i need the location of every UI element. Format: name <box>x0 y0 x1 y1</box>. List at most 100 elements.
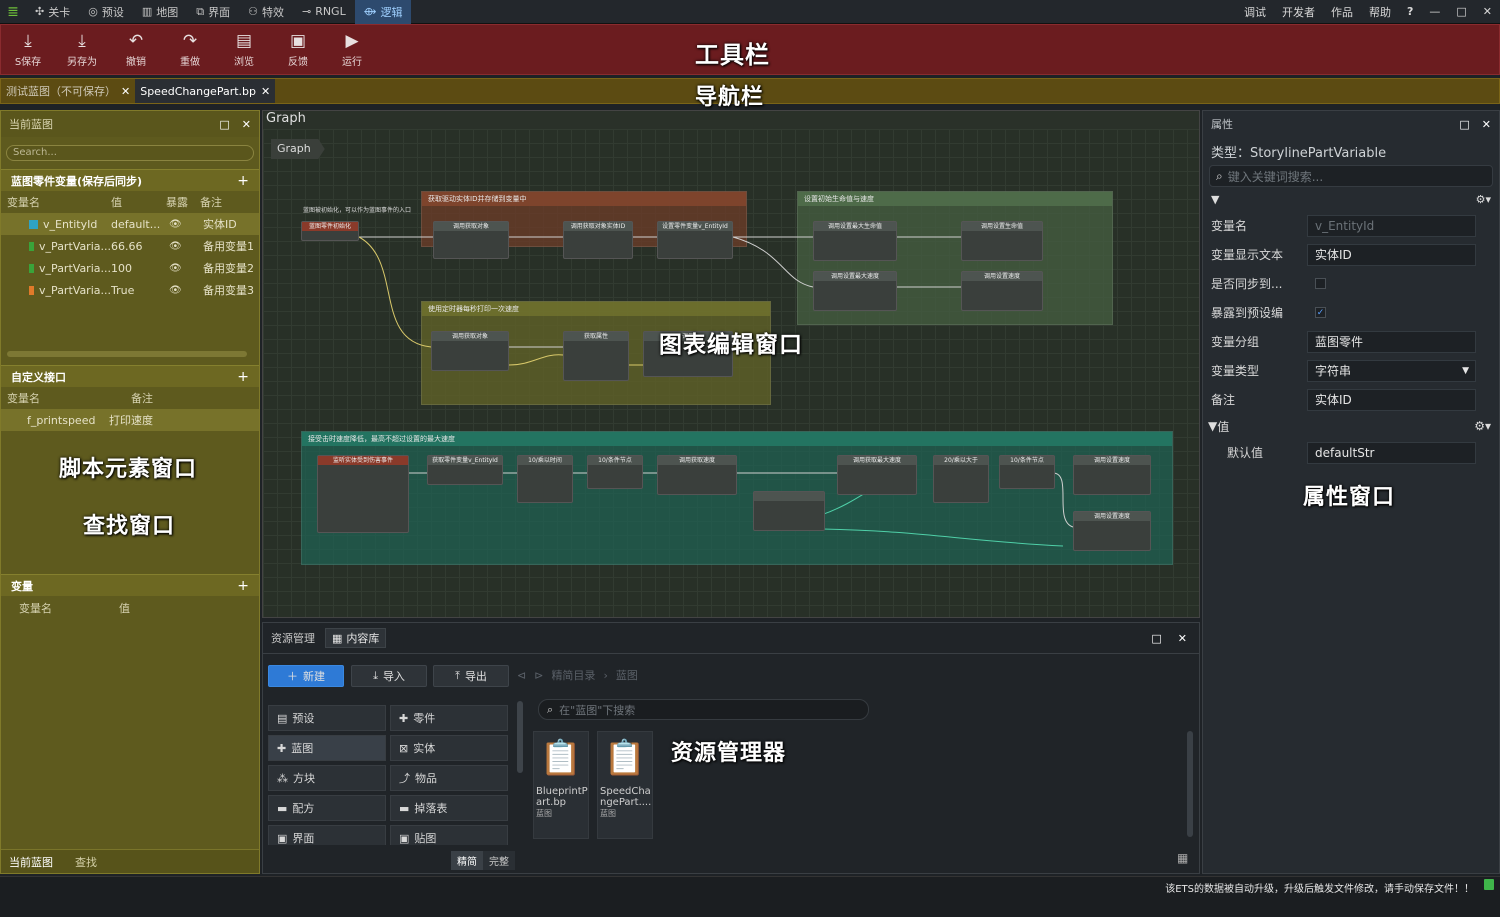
tab-effects[interactable]: ⚇ 特效 <box>239 0 293 24</box>
graph-node[interactable]: 10/乘以时间 <box>517 455 573 503</box>
category-scrollbar[interactable] <box>517 701 523 773</box>
grid-view-icon[interactable]: ▦ <box>1177 851 1188 865</box>
graph-node[interactable]: 调用获取最大速度 <box>837 455 917 495</box>
graph-node[interactable]: 调用获取速度 <box>657 455 737 495</box>
asset-blueprintpart[interactable]: 📋 BlueprintP art.bp 蓝图 <box>533 731 589 839</box>
category-preset[interactable]: ▤ 预设 <box>268 705 386 731</box>
interface-row[interactable]: f_printspeed 打印速度 <box>1 409 259 431</box>
forward-icon[interactable]: ⊳ <box>534 669 543 682</box>
feedback-button[interactable]: ▣ 反馈 <box>271 24 325 75</box>
eye-icon[interactable]: 👁 <box>169 285 203 296</box>
back-icon[interactable]: ⊲ <box>517 669 526 682</box>
asset-speedchangepart[interactable]: 📋 SpeedCha ngePart.... 蓝图 <box>597 731 653 839</box>
close-icon[interactable]: ✕ <box>261 85 270 98</box>
graph-node[interactable]: 获取属性 <box>563 331 629 381</box>
graph-node[interactable]: 调用获取对象实体ID <box>563 221 633 259</box>
variable-row[interactable]: v_PartVaria... 100 👁 备用变量2 <box>1 257 259 279</box>
maximize-icon[interactable]: □ <box>1151 632 1161 645</box>
menu-help[interactable]: 帮助 <box>1361 4 1399 20</box>
graph-node[interactable]: 调用获取对象 <box>433 221 509 259</box>
category-block[interactable]: ⁂ 方块 <box>268 765 386 791</box>
maximize-button[interactable]: □ <box>1448 5 1474 18</box>
category-ui[interactable]: ▣ 界面 <box>268 825 386 845</box>
close-icon[interactable]: ✕ <box>242 118 251 131</box>
graph-node[interactable]: 调用设置速度 <box>961 271 1043 311</box>
eye-icon[interactable]: 👁 <box>169 241 203 252</box>
graph-node[interactable]: 调用设置最大生命值 <box>813 221 897 261</box>
property-value-field[interactable]: v_EntityId <box>1307 214 1476 237</box>
property-value-field[interactable]: 实体ID <box>1307 388 1476 411</box>
checkbox[interactable]: ✓ <box>1315 307 1326 318</box>
eye-icon[interactable]: 👁 <box>169 219 203 230</box>
tab-interface[interactable]: ⧉ 界面 <box>187 0 239 24</box>
add-variable-button[interactable]: + <box>237 173 249 189</box>
graph-node[interactable]: 10/条件节点 <box>999 455 1055 489</box>
property-value-field[interactable]: 蓝图零件 <box>1307 330 1476 353</box>
help-icon[interactable]: ? <box>1399 5 1421 18</box>
category-texture[interactable]: ▣ 贴图 <box>390 825 508 845</box>
maximize-icon[interactable]: □ <box>219 118 229 131</box>
category-blueprint[interactable]: ✚ 蓝图 <box>268 735 386 761</box>
graph-node[interactable]: 调用设置速度 <box>1073 511 1151 551</box>
tab-map[interactable]: ▥ 地图 <box>133 0 187 24</box>
gear-icon[interactable]: ⚙▾ <box>1474 419 1494 433</box>
menu-works[interactable]: 作品 <box>1323 4 1361 20</box>
close-icon[interactable]: ✕ <box>121 85 130 98</box>
add-var-button[interactable]: + <box>237 578 249 594</box>
browse-button[interactable]: ▤ 浏览 <box>217 24 271 75</box>
graph-node[interactable]: 调用设置速度 <box>1073 455 1151 495</box>
view-compact[interactable]: 精简 <box>451 851 483 870</box>
graph-node[interactable]: 调用获取对象 <box>431 331 509 371</box>
graph-node[interactable]: 监听实体受到伤害事件 <box>317 455 409 533</box>
menu-developer[interactable]: 开发者 <box>1274 4 1323 20</box>
category-part[interactable]: ✚ 零件 <box>390 705 508 731</box>
run-button[interactable]: ▶ 运行 <box>325 24 379 75</box>
variable-row[interactable]: v_EntityId default... 👁 实体ID <box>1 213 259 235</box>
horizontal-scrollbar[interactable] <box>7 351 247 357</box>
close-icon[interactable]: ✕ <box>1482 118 1491 131</box>
tab-content-library[interactable]: ▦ 内容库 <box>325 628 387 648</box>
category-loot[interactable]: ▬ 掉落表 <box>390 795 508 821</box>
graph-editor[interactable]: Graph Graph 获取驱动实体ID并存储到变量中 设置初始生命值与速度 使… <box>262 110 1200 618</box>
graph-node[interactable]: 获取零件变量v_EntityId <box>427 455 503 485</box>
category-item[interactable]: ⤴ 物品 <box>390 765 508 791</box>
asset-search-input[interactable]: ⌕ 在"蓝图"下搜索 <box>538 699 869 720</box>
close-window-button[interactable]: ✕ <box>1475 5 1500 18</box>
export-button[interactable]: ⤒ 导出 <box>433 665 509 687</box>
view-full[interactable]: 完整 <box>483 851 515 870</box>
tab-rngl[interactable]: ⊸ RNGL <box>293 0 355 24</box>
save-button[interactable]: ⤓ S保存 <box>1 24 55 75</box>
chevron-down-icon[interactable]: ▼ <box>1211 193 1219 206</box>
close-icon[interactable]: ✕ <box>1178 632 1187 645</box>
gear-icon[interactable]: ⚙▾ <box>1476 193 1491 206</box>
maximize-icon[interactable]: □ <box>1459 118 1469 131</box>
tab-current-blueprint[interactable]: 当前蓝图 <box>1 854 61 870</box>
graph-node[interactable]: 设置零件变量v_EntityId <box>657 221 733 259</box>
eye-icon[interactable]: 👁 <box>169 263 203 274</box>
import-button[interactable]: ⤓ 导入 <box>351 665 427 687</box>
asset-scrollbar[interactable] <box>1187 731 1193 837</box>
category-entity[interactable]: ⊠ 实体 <box>390 735 508 761</box>
checkbox[interactable] <box>1315 278 1326 289</box>
category-recipe[interactable]: ▬ 配方 <box>268 795 386 821</box>
path-current[interactable]: 蓝图 <box>616 667 638 683</box>
path-root[interactable]: 精简目录 <box>551 667 595 683</box>
graph-node[interactable]: 调用设置生命值 <box>961 221 1043 261</box>
property-value-field[interactable]: 实体ID <box>1307 243 1476 266</box>
tab-find[interactable]: 查找 <box>61 854 111 870</box>
graph-node-init-event[interactable]: 蓝图零件初始化 <box>301 221 359 241</box>
undo-button[interactable]: ↶ 撤销 <box>109 24 163 75</box>
redo-button[interactable]: ↷ 重做 <box>163 24 217 75</box>
menu-debug[interactable]: 调试 <box>1236 4 1274 20</box>
save-as-button[interactable]: ⤓ 另存为 <box>55 24 109 75</box>
graph-node[interactable]: 20/乘以大于 <box>933 455 989 503</box>
chevron-down-icon[interactable]: ▼ <box>1208 419 1217 433</box>
new-button[interactable]: ＋ 新建 <box>268 665 344 687</box>
save-status-icon[interactable] <box>1484 879 1494 890</box>
graph-node[interactable]: 10/条件节点 <box>587 455 643 489</box>
graph-node[interactable]: 调用设置最大速度 <box>813 271 897 311</box>
tab-level[interactable]: ✣ 关卡 <box>26 0 79 24</box>
add-interface-button[interactable]: + <box>237 369 249 385</box>
tab-test-blueprint[interactable]: 测试蓝图（不可保存） ✕ <box>1 79 135 103</box>
default-value-field[interactable]: defaultStr <box>1307 441 1476 464</box>
